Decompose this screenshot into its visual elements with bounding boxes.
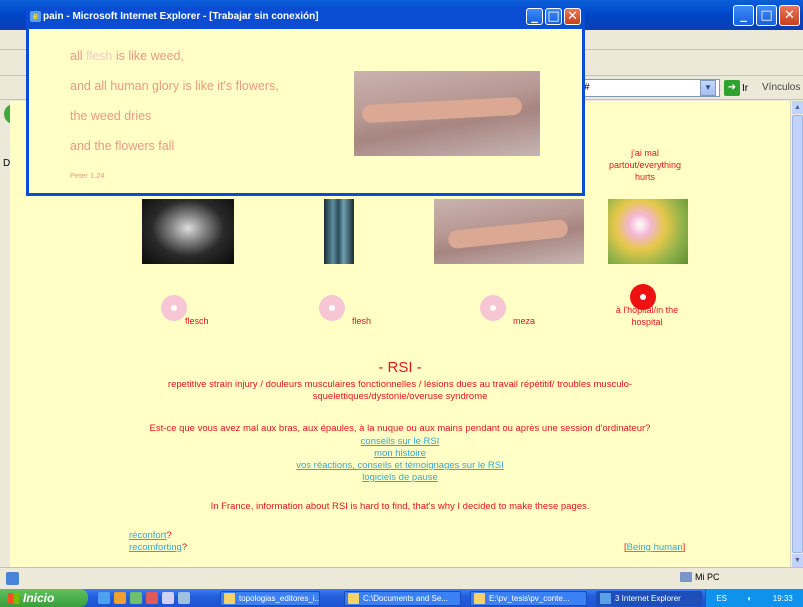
- status-bar: Mi PC: [0, 567, 803, 589]
- start-label: Inicio: [23, 591, 55, 605]
- task-label: C:\Documents and Se...: [363, 594, 448, 603]
- internet-explorer-icon: [600, 593, 611, 604]
- language-indicator[interactable]: ES: [716, 594, 727, 603]
- reconfort-links: réconfort? recomforting?: [129, 530, 187, 554]
- popup-window: e pain - Microsoft Internet Explorer - […: [26, 7, 585, 196]
- computer-icon: [680, 572, 692, 582]
- being-human: [Being human]: [624, 542, 685, 553]
- poem-line-3: the weed dries: [70, 109, 152, 123]
- task-label: 3 Internet Explorer: [615, 594, 681, 603]
- go-label: Ir: [742, 82, 749, 94]
- arm-photo-image: [434, 199, 584, 264]
- internet-explorer-icon: e: [30, 11, 41, 22]
- poem-source: Peter 1.24: [70, 171, 105, 180]
- poem-flesh-word: flesh: [85, 49, 113, 63]
- scroll-down-icon[interactable]: ▼: [792, 554, 803, 567]
- poem-text: all: [70, 49, 86, 63]
- cd-label-meza[interactable]: meza: [513, 315, 535, 327]
- recomforting-link[interactable]: recomforting: [129, 542, 182, 553]
- taskbar: Inicio topologias_editores_i... C:\Docum…: [0, 589, 803, 607]
- link-reactions[interactable]: vos réactions, conseils et témoignages s…: [10, 460, 790, 472]
- flower-photo-image: [608, 199, 688, 264]
- task-button-active[interactable]: 3 Internet Explorer: [596, 591, 702, 606]
- page-status-icon: [6, 572, 19, 585]
- reconfort-link[interactable]: réconfort: [129, 530, 167, 541]
- chevron-down-icon[interactable]: ▼: [700, 80, 716, 96]
- go-button[interactable]: ➜ Ir: [724, 79, 758, 97]
- link-list: conseils sur le RSI mon histoire vos réa…: [10, 436, 790, 484]
- popup-title: pain - Microsoft Internet Explorer - [Tr…: [43, 11, 319, 22]
- quicklaunch-icon[interactable]: [130, 592, 142, 604]
- scroll-thumb[interactable]: [792, 115, 803, 553]
- bracket-close: ]: [682, 542, 686, 553]
- address-input[interactable]: #: [580, 79, 720, 97]
- france-note: In France, information about RSI is hard…: [210, 501, 590, 512]
- rsi-definition: repetitive strain injury / douleurs musc…: [167, 379, 633, 402]
- cd-icon[interactable]: [319, 295, 345, 321]
- clock[interactable]: 19:33: [773, 594, 793, 603]
- link-logiciels[interactable]: logiciels de pause: [10, 472, 790, 484]
- popup-titlebar[interactable]: e pain - Microsoft Internet Explorer - […: [26, 7, 585, 29]
- task-button[interactable]: topologias_editores_i...: [220, 591, 320, 606]
- close-button[interactable]: ✕: [564, 8, 581, 25]
- cd-label-flesh[interactable]: flesh: [352, 315, 371, 327]
- poem-text: is like weed,: [112, 49, 184, 63]
- poem-line-1: all flesh is like weed,: [70, 49, 184, 63]
- go-arrow-icon: ➜: [724, 80, 740, 96]
- start-button[interactable]: Inicio: [0, 589, 88, 607]
- document-icon: [224, 593, 235, 604]
- network-icon[interactable]: ◐: [747, 594, 752, 603]
- poem-line-4: and the flowers fall: [70, 139, 175, 153]
- links-label[interactable]: Vínculos: [762, 82, 800, 93]
- cd-label-hospital[interactable]: à l'hopital/in the hospital: [607, 304, 687, 328]
- security-zone: Mi PC: [680, 572, 720, 582]
- link-mon-histoire[interactable]: mon histoire: [10, 448, 790, 460]
- close-button[interactable]: ✕: [779, 5, 800, 26]
- question-mark: ?: [166, 530, 172, 541]
- cd-icon[interactable]: [161, 295, 187, 321]
- quicklaunch-icon[interactable]: [178, 592, 190, 604]
- legs-xray-image: [324, 199, 354, 264]
- arm-shape: [447, 218, 569, 250]
- vertical-scrollbar[interactable]: ▲ ▼: [790, 101, 803, 567]
- task-label: topologias_editores_i...: [239, 594, 320, 603]
- minimize-button[interactable]: _: [733, 5, 754, 26]
- arm-photo-image: [354, 71, 540, 156]
- system-tray: ES ◐ 19:33: [705, 589, 803, 607]
- cd-icon[interactable]: [480, 295, 506, 321]
- link-conseils[interactable]: conseils sur le RSI: [10, 436, 790, 448]
- being-human-link[interactable]: Being human: [627, 542, 683, 553]
- maximize-button[interactable]: □: [545, 8, 562, 25]
- zone-label: Mi PC: [695, 572, 720, 582]
- quicklaunch-icon[interactable]: [114, 592, 126, 604]
- rsi-heading: - RSI -: [378, 359, 422, 376]
- minimize-button[interactable]: _: [526, 8, 543, 25]
- folder-icon: [474, 593, 485, 604]
- poem-line-2: and all human glory is like it's flowers…: [70, 79, 279, 93]
- question-mark: ?: [181, 542, 188, 553]
- maximize-button[interactable]: □: [756, 5, 777, 26]
- arm-shape: [361, 96, 523, 124]
- task-label: E:\pv_tesis\pv_conte...: [489, 594, 570, 603]
- popup-body: all flesh is like weed, and all human gl…: [29, 29, 582, 193]
- cd-label-flesch[interactable]: flesch: [185, 315, 209, 327]
- task-button[interactable]: E:\pv_tesis\pv_conte...: [470, 591, 587, 606]
- folder-icon: [348, 593, 359, 604]
- windows-flag-icon: [8, 592, 19, 604]
- quicklaunch-icon[interactable]: [162, 592, 174, 604]
- hip-xray-image: [142, 199, 234, 264]
- side-note: j'ai mal partout/everything hurts: [608, 148, 682, 182]
- background-window-controls: _ □ ✕: [733, 5, 800, 26]
- scroll-up-icon[interactable]: ▲: [792, 101, 803, 114]
- show-desktop-icon[interactable]: [98, 592, 110, 604]
- quicklaunch-icon[interactable]: [146, 592, 158, 604]
- task-button[interactable]: C:\Documents and Se...: [344, 591, 461, 606]
- question-text: Est-ce que vous avez mal aux bras, aux é…: [149, 423, 651, 434]
- popup-window-controls: _ □ ✕: [526, 8, 581, 25]
